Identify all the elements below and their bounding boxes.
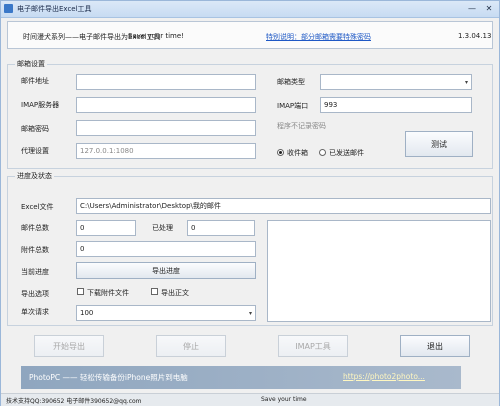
promo-banner[interactable]: PhotoPC —— 轻松传输备份iPhone照片到电脑 https://pho…	[21, 366, 461, 389]
imap-tool-button[interactable]: IMAP工具	[278, 335, 348, 357]
password-hint: 程序不记录密码	[277, 122, 326, 130]
imap-server-input[interactable]	[76, 97, 256, 113]
mail-type-select[interactable]: ▾	[320, 74, 472, 90]
proxy-label: 代理设置	[21, 147, 49, 155]
mail-address-label: 邮件地址	[21, 77, 49, 85]
status-bar: 技术支持QQ:390652 电子邮件390652@qq.com Save you…	[1, 393, 499, 406]
progress-legend: 进度及状态	[15, 171, 54, 181]
download-attachments-label[interactable]: 下载附件文件	[87, 288, 129, 298]
proxy-input[interactable]: 127.0.0.1:1080	[76, 143, 256, 159]
banner-link[interactable]: https://photo2photo...	[343, 372, 425, 381]
minimize-button[interactable]: —	[466, 3, 478, 14]
mail-address-input[interactable]	[76, 74, 256, 90]
requests-select[interactable]: 100 ▾	[76, 305, 256, 321]
password-input[interactable]	[76, 120, 256, 136]
imap-port-label: IMAP端口	[277, 102, 309, 110]
start-export-button[interactable]: 开始导出	[34, 335, 104, 357]
sent-radio[interactable]	[319, 149, 326, 156]
banner-text: PhotoPC —— 轻松传输备份iPhone照片到电脑	[29, 373, 188, 382]
header-panel: 时间漫犬系列——电子邮件导出为Excel工具 Save your time! 特…	[7, 21, 493, 49]
mail-settings-legend: 邮箱设置	[15, 59, 47, 69]
stop-button[interactable]: 停止	[156, 335, 226, 357]
current-progress-label: 当前进度	[21, 268, 49, 276]
chevron-down-icon: ▾	[464, 79, 468, 86]
status-save-time: Save your time	[261, 396, 307, 403]
log-panel[interactable]	[267, 220, 491, 322]
imap-server-label: IMAP服务器	[21, 101, 60, 109]
header-save-time: Save your time!	[128, 32, 184, 40]
version-label: 1.3.04.13	[458, 32, 492, 40]
imap-port-input[interactable]: 993	[320, 97, 472, 113]
export-body-label[interactable]: 导出正文	[161, 288, 189, 298]
attachment-total-label: 附件总数	[21, 246, 49, 254]
inbox-radio-label[interactable]: 收件箱	[287, 148, 308, 158]
test-button[interactable]: 测试	[405, 131, 473, 157]
attachment-total-input: 0	[76, 241, 256, 257]
inbox-radio[interactable]	[277, 149, 284, 156]
password-label: 邮箱密码	[21, 125, 49, 133]
window-title: 电子邮件导出Excel工具	[17, 5, 92, 13]
requests-value: 100	[80, 309, 94, 317]
title-bar: 电子邮件导出Excel工具 — ✕	[1, 1, 499, 18]
download-attachments-checkbox[interactable]	[77, 288, 84, 295]
processed-input: 0	[187, 220, 255, 236]
app-icon	[4, 4, 13, 13]
export-progress-button[interactable]: 导出进度	[76, 262, 256, 279]
app-window: 电子邮件导出Excel工具 — ✕ 时间漫犬系列——电子邮件导出为Excel工具…	[0, 0, 500, 406]
mail-type-label: 邮箱类型	[277, 78, 305, 86]
requests-label: 单次请求	[21, 308, 49, 316]
special-password-link[interactable]: 特别说明：部分邮箱需要特殊密码	[266, 32, 371, 42]
excel-file-input[interactable]: C:\Users\Administrator\Desktop\我的邮件	[76, 198, 491, 214]
mail-total-label: 邮件总数	[21, 224, 49, 232]
export-options-label: 导出选项	[21, 290, 49, 298]
exit-button[interactable]: 退出	[400, 335, 470, 357]
status-support: 技术支持QQ:390652 电子邮件390652@qq.com	[6, 398, 142, 405]
sent-radio-label[interactable]: 已发送邮件	[329, 148, 364, 158]
mail-total-input: 0	[76, 220, 136, 236]
close-button[interactable]: ✕	[483, 3, 495, 14]
chevron-down-icon: ▾	[248, 310, 252, 317]
processed-label: 已处理	[152, 224, 173, 232]
export-body-checkbox[interactable]	[151, 288, 158, 295]
excel-file-label: Excel文件	[21, 203, 54, 211]
